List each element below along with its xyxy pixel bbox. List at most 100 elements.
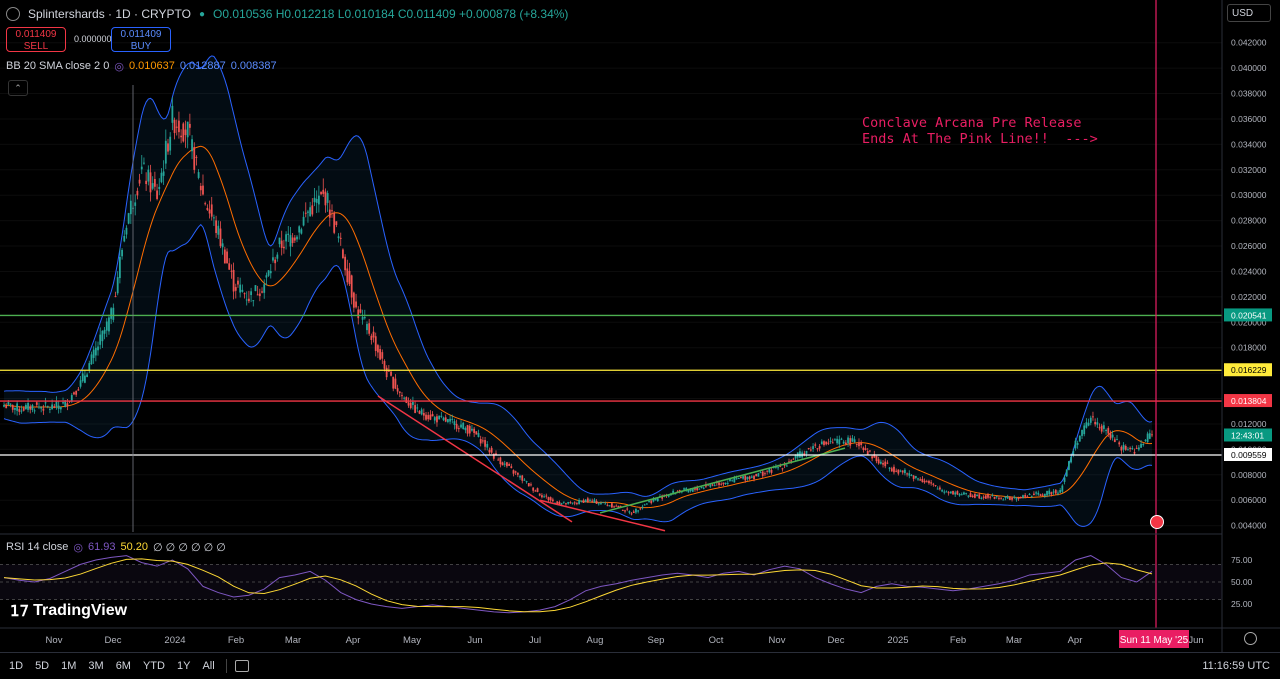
range-6m[interactable]: 6M	[113, 658, 134, 674]
candle-body	[928, 480, 930, 484]
candle-body	[735, 478, 738, 480]
candle-body	[40, 407, 43, 409]
rsi-legend[interactable]: RSI 14 close ◎ 61.93 50.20 ∅ ∅ ∅ ∅ ∅ ∅	[6, 541, 226, 554]
candle-body	[1065, 469, 1068, 477]
candle-body	[24, 404, 27, 410]
candle-body	[1000, 497, 1003, 499]
price-tick-label: 0.008000	[1231, 470, 1267, 480]
spread-value: 0.000000	[74, 34, 112, 44]
bottom-toolbar: 1D 5D 1M 3M 6M YTD 1Y All 11:16:59 UTC	[0, 652, 1280, 679]
candle-body	[407, 402, 410, 406]
symbol-title[interactable]: Splintershards · 1D · CRYPTO	[28, 7, 191, 21]
candle-body	[446, 419, 449, 423]
candle-body	[361, 316, 364, 320]
candle-body	[433, 417, 436, 421]
candle-body	[825, 441, 828, 445]
candle-body	[551, 499, 554, 502]
candle-body	[1098, 427, 1101, 429]
cursor-date-label: Sun 11 May '25	[1120, 635, 1189, 646]
candle-body	[882, 462, 884, 465]
buy-button[interactable]: 0.011409 BUY	[111, 27, 171, 52]
candle-body	[514, 471, 517, 473]
candle-body	[1109, 432, 1112, 439]
candle-body	[1006, 496, 1009, 499]
currency-selector[interactable]: USD	[1227, 4, 1271, 22]
clock-utc[interactable]: 11:16:59 UTC	[1202, 660, 1270, 672]
indicator-settings-icon[interactable]: ◎	[114, 60, 124, 73]
rsi-settings-icon[interactable]: ◎	[73, 541, 83, 554]
candle-body	[377, 345, 379, 353]
candle-body	[720, 483, 723, 485]
candle-body	[949, 491, 952, 494]
candle-body	[899, 470, 902, 472]
candle-body	[947, 492, 950, 494]
candle-body	[394, 378, 397, 389]
candle-body	[1070, 456, 1072, 463]
candle-body	[781, 468, 784, 470]
candle-body	[834, 439, 836, 441]
candle-body	[1133, 451, 1136, 454]
candle-body	[945, 491, 948, 493]
candle-body	[726, 482, 729, 484]
candle-body	[401, 395, 403, 397]
price-tick-label: 0.034000	[1231, 139, 1267, 149]
candle-body	[449, 418, 451, 422]
time-tick-label: Jun	[1188, 635, 1203, 646]
candle-body	[239, 284, 242, 293]
candle-body	[101, 330, 104, 342]
candle-body	[136, 190, 139, 196]
candle-body	[425, 414, 427, 420]
candle-body	[1004, 496, 1007, 498]
candle-body	[381, 352, 384, 359]
candle-body	[746, 476, 749, 480]
sell-button[interactable]: 0.011409 SELL	[6, 27, 66, 52]
candle-body	[237, 280, 239, 285]
candle-body	[466, 425, 469, 434]
candle-body	[1111, 434, 1114, 438]
range-3m[interactable]: 3M	[85, 658, 106, 674]
candle-body	[792, 458, 795, 460]
candle-body	[932, 483, 935, 485]
candle-body	[713, 485, 716, 487]
candle-body	[33, 410, 36, 412]
candle-body	[468, 425, 471, 434]
candle-body	[46, 405, 49, 407]
range-ytd[interactable]: YTD	[140, 658, 168, 674]
range-all[interactable]: All	[199, 658, 217, 674]
us-flag-event-icon[interactable]	[1150, 515, 1164, 529]
chart-canvas[interactable]: 0.042000 0.040000 0.038000 0.036000 0.034000…	[0, 0, 1280, 679]
candle-body	[1140, 443, 1142, 448]
range-1y[interactable]: 1Y	[174, 658, 193, 674]
rsi-label: RSI 14 close	[6, 541, 69, 553]
tradingview-logo[interactable]: 𝟣𝟩 TradingView	[10, 602, 127, 620]
candle-body	[79, 380, 82, 387]
candle-body	[276, 254, 279, 259]
range-1d[interactable]: 1D	[6, 658, 26, 674]
candle-body	[313, 197, 316, 203]
candle-body	[851, 438, 854, 442]
candle-body	[711, 484, 714, 486]
candle-body	[877, 459, 880, 464]
candle-body	[245, 299, 248, 301]
candle-body	[125, 227, 128, 235]
toolbar-divider	[225, 659, 227, 673]
collapse-legend-button[interactable]: ⌃	[8, 80, 28, 96]
candle-body	[293, 237, 296, 241]
candle-body	[453, 421, 456, 425]
candle-body	[521, 475, 524, 481]
chart-annotation[interactable]: Conclave Arcana Pre Release Ends At The …	[862, 115, 1098, 147]
buy-label: BUY	[130, 41, 152, 52]
price-badge-label: 0.016229	[1231, 365, 1267, 375]
candle-body	[1048, 490, 1051, 495]
candle-body	[958, 494, 961, 496]
candle-body	[956, 491, 959, 495]
candle-body	[234, 287, 237, 291]
range-5d[interactable]: 5D	[32, 658, 52, 674]
chart-settings-icon[interactable]	[1244, 632, 1257, 645]
candle-body	[541, 495, 543, 498]
bb-legend[interactable]: BB 20 SMA close 2 0 ◎ 0.010637 0.012887 …	[6, 60, 277, 73]
time-tick-label: Feb	[228, 635, 244, 646]
range-1m[interactable]: 1M	[58, 658, 79, 674]
calendar-icon[interactable]	[234, 660, 249, 672]
candle-body	[471, 428, 473, 431]
